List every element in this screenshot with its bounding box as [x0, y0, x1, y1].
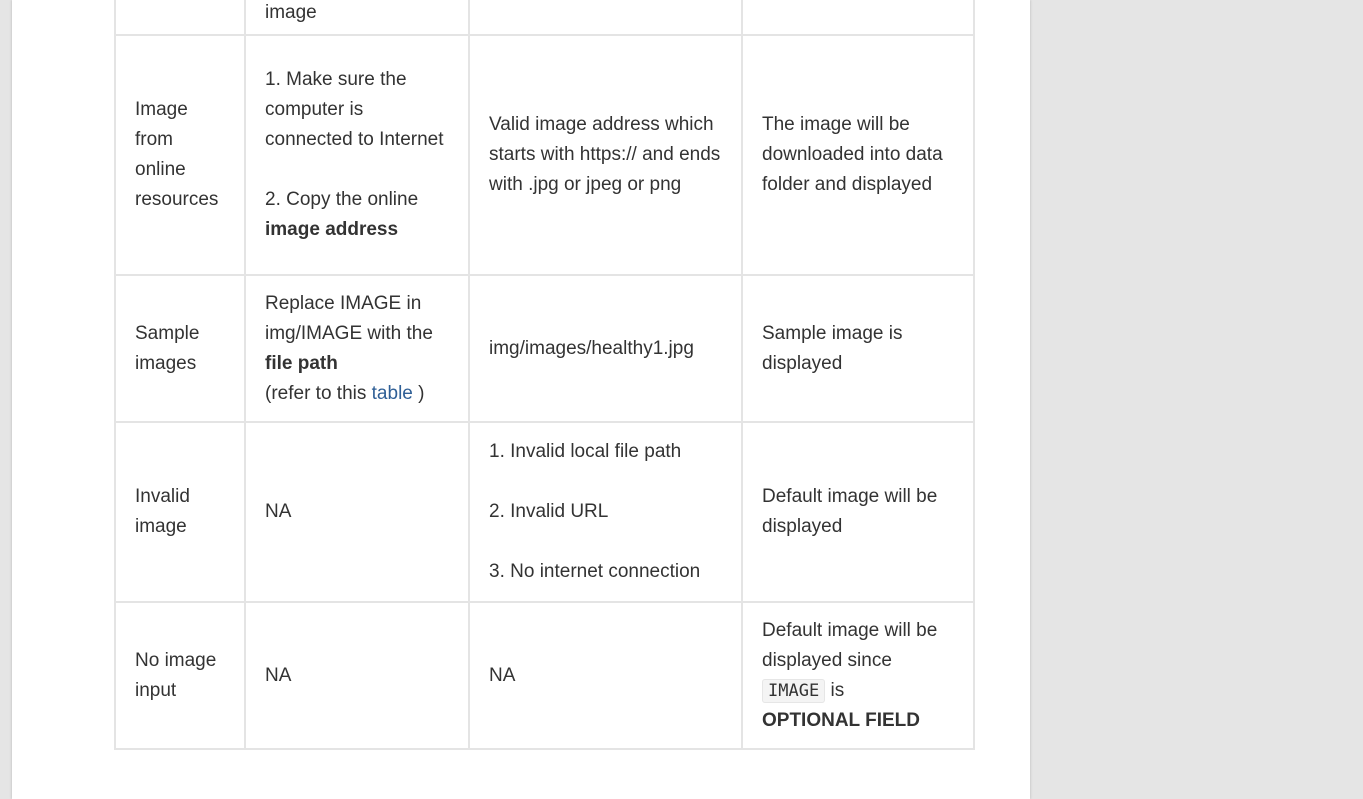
steps-cell: NA — [244, 601, 470, 750]
document-page: image Image from online resources 1. Mak… — [12, 0, 1030, 799]
source-cell: Sample images — [114, 274, 246, 423]
result-cell: Default image will be displayed — [741, 421, 975, 603]
bold-text: OPTIONAL FIELD — [762, 709, 920, 731]
list-item: 3. No internet connection — [489, 561, 701, 582]
source-cell: Invalid image — [114, 421, 246, 603]
step-1-text: 1. Make sure the computer is connected t… — [265, 69, 444, 150]
list-item: 2. Invalid URL — [489, 501, 609, 522]
steps-cell: Replace IMAGE in img/IMAGE with the file… — [244, 274, 470, 423]
table-row: Sample images Replace IMAGE in img/IMAGE… — [114, 274, 975, 423]
table-link[interactable]: table — [372, 383, 413, 404]
bold-text: image address — [265, 219, 399, 240]
step-2-text: 2. Copy the online image address — [265, 189, 419, 240]
list-item: 1. Invalid local file path — [489, 441, 682, 462]
image-input-table: image Image from online resources 1. Mak… — [114, 0, 975, 750]
cell-text: image — [265, 2, 317, 23]
table-row: Invalid image NA 1. Invalid local file p… — [114, 421, 975, 603]
input-cell: 1. Invalid local file path 2. Invalid UR… — [468, 421, 743, 603]
inline-code: IMAGE — [762, 678, 826, 703]
input-cell: img/images/healthy1.jpg — [468, 274, 743, 423]
table-row: Image from online resources 1. Make sure… — [114, 34, 975, 276]
table-cell — [114, 0, 246, 36]
table-cell — [468, 0, 743, 36]
input-cell: Valid image address which starts with ht… — [468, 34, 743, 276]
table-cell: image — [244, 0, 470, 36]
bold-text: file path — [265, 352, 338, 374]
source-cell: No image input — [114, 601, 246, 750]
result-cell: The image will be downloaded into data f… — [741, 34, 975, 276]
input-cell: NA — [468, 601, 743, 750]
result-cell: Default image will be displayed since IM… — [741, 601, 975, 750]
steps-cell: 1. Make sure the computer is connected t… — [244, 34, 470, 276]
table-row: No image input NA NA Default image will … — [114, 601, 975, 750]
result-cell: Sample image is displayed — [741, 274, 975, 423]
table-row: image — [114, 0, 975, 36]
source-cell: Image from online resources — [114, 34, 246, 276]
table-cell — [741, 0, 975, 36]
steps-cell: NA — [244, 421, 470, 603]
